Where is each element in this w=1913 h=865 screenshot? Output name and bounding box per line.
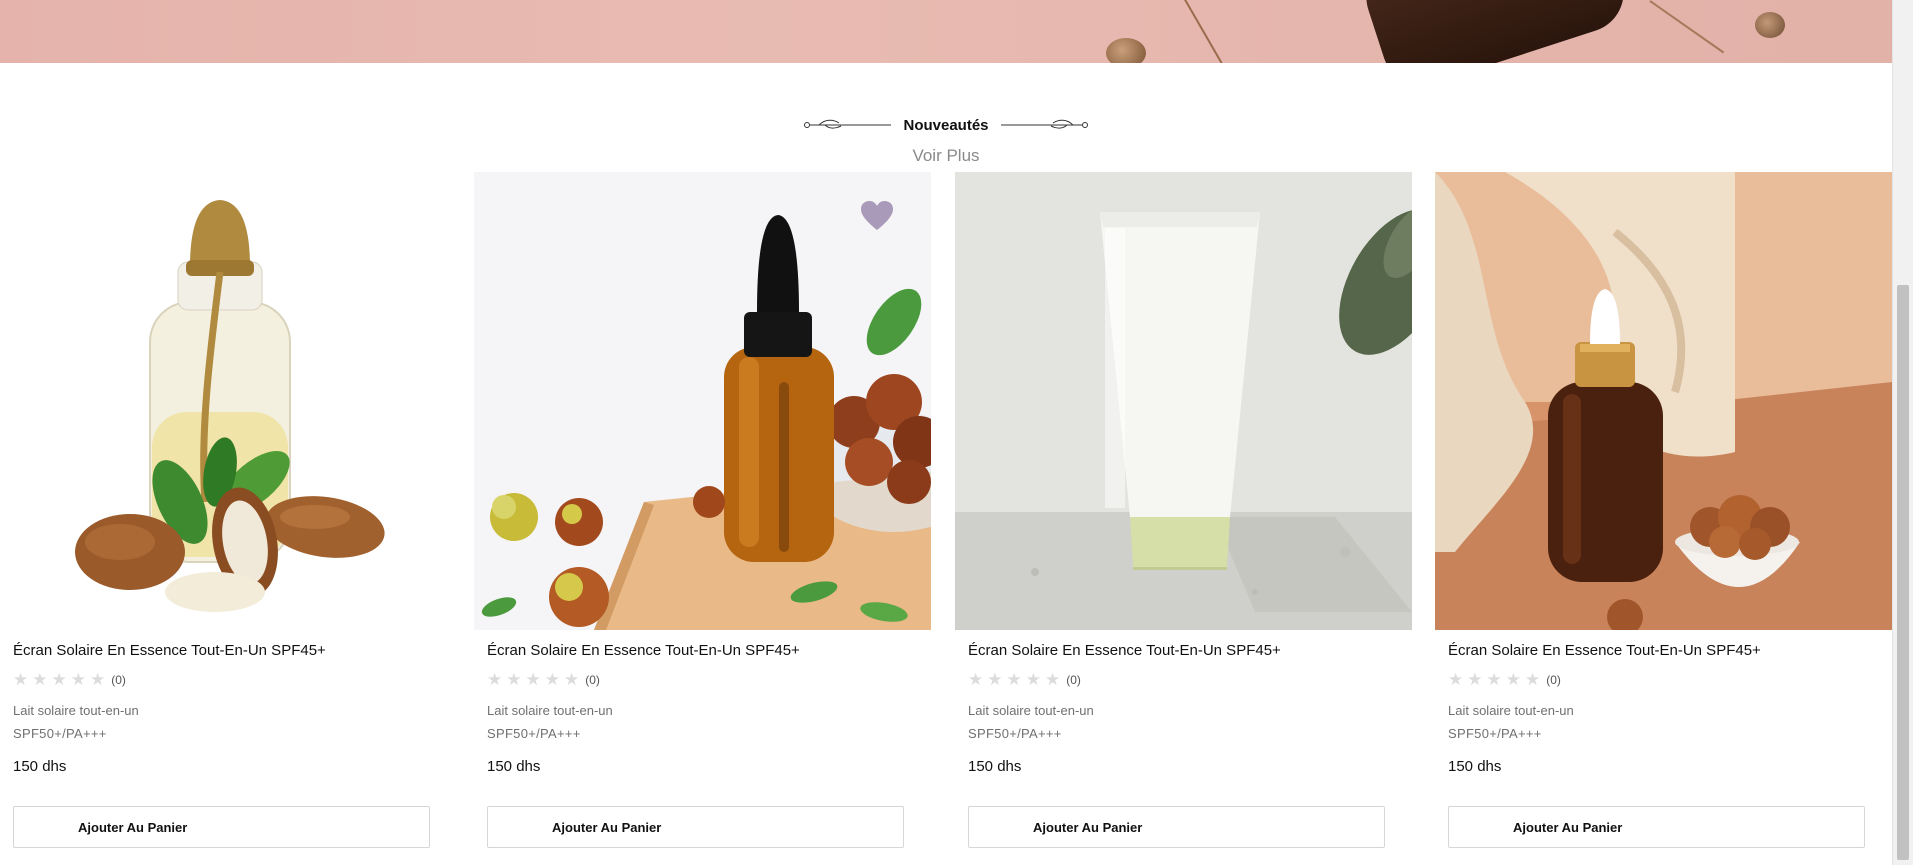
- product-rating: ★ ★ ★ ★ ★ (0): [13, 671, 433, 688]
- hero-nut-decoration: [1106, 38, 1146, 63]
- add-to-cart-button[interactable]: Ajouter Au Panier: [13, 806, 430, 848]
- scrollbar-thumb[interactable]: [1897, 285, 1909, 860]
- product-description: Lait solaire tout-en-un: [1448, 703, 1574, 718]
- flourish-right-icon: [1000, 119, 1088, 129]
- star-icon: ★: [525, 670, 541, 689]
- product-rating: ★ ★ ★ ★ ★ (0): [968, 671, 1388, 688]
- star-icon: ★: [564, 670, 580, 689]
- star-icon: ★: [51, 670, 67, 689]
- product-rating: ★ ★ ★ ★ ★ (0): [1448, 671, 1868, 688]
- page-scrollbar[interactable]: [1892, 0, 1913, 865]
- product-name[interactable]: Écran Solaire En Essence Tout-En-Un SPF4…: [13, 642, 433, 659]
- product-card[interactable]: Écran Solaire En Essence Tout-En-Un SPF4…: [1435, 172, 1892, 865]
- add-to-cart-button[interactable]: Ajouter Au Panier: [968, 806, 1385, 848]
- star-icon: ★: [1045, 670, 1061, 689]
- star-icon: ★: [544, 670, 560, 689]
- star-icon: ★: [506, 670, 522, 689]
- hero-banner: [0, 0, 1892, 63]
- star-icon: ★: [13, 670, 29, 689]
- product-spf: SPF50+/PA+++: [487, 726, 581, 741]
- rating-count: (0): [111, 672, 126, 687]
- product-card[interactable]: Écran Solaire En Essence Tout-En-Un SPF4…: [474, 172, 931, 865]
- star-icon: ★: [1448, 670, 1464, 689]
- product-name[interactable]: Écran Solaire En Essence Tout-En-Un SPF4…: [968, 642, 1388, 659]
- new-arrivals-header: Nouveautés Voir Plus: [0, 112, 1892, 166]
- section-title: Nouveautés: [903, 116, 989, 134]
- hero-stem-decoration: [1179, 0, 1226, 63]
- product-spf: SPF50+/PA+++: [968, 726, 1062, 741]
- product-card[interactable]: Écran Solaire En Essence Tout-En-Un SPF4…: [0, 172, 457, 865]
- star-icon: ★: [987, 670, 1003, 689]
- star-icon: ★: [1467, 670, 1483, 689]
- hero-nut-decoration: [1755, 12, 1785, 38]
- star-icon: ★: [487, 670, 503, 689]
- heart-icon[interactable]: [860, 200, 894, 232]
- product-description: Lait solaire tout-en-un: [487, 703, 613, 718]
- flourish-left-icon: [804, 119, 892, 129]
- star-icon: ★: [1525, 670, 1541, 689]
- product-price: 150 dhs: [1448, 758, 1502, 775]
- product-price: 150 dhs: [487, 758, 541, 775]
- product-name[interactable]: Écran Solaire En Essence Tout-En-Un SPF4…: [487, 642, 907, 659]
- product-image[interactable]: [955, 172, 1412, 630]
- rating-count: (0): [585, 672, 600, 687]
- add-to-cart-button[interactable]: Ajouter Au Panier: [487, 806, 904, 848]
- product-price: 150 dhs: [968, 758, 1022, 775]
- product-name[interactable]: Écran Solaire En Essence Tout-En-Un SPF4…: [1448, 642, 1868, 659]
- product-image[interactable]: [1435, 172, 1892, 630]
- product-description: Lait solaire tout-en-un: [968, 703, 1094, 718]
- rating-count: (0): [1066, 672, 1081, 687]
- star-icon: ★: [90, 670, 106, 689]
- product-image[interactable]: [474, 172, 931, 630]
- product-rating: ★ ★ ★ ★ ★ (0): [487, 671, 907, 688]
- hero-bottle-image: [1356, 0, 1634, 63]
- star-icon: ★: [70, 670, 86, 689]
- star-icon: ★: [1025, 670, 1041, 689]
- star-icon: ★: [968, 670, 984, 689]
- hero-stem-decoration: [1649, 0, 1725, 54]
- star-icon: ★: [1486, 670, 1502, 689]
- star-icon: ★: [32, 670, 48, 689]
- star-icon: ★: [1006, 670, 1022, 689]
- rating-count: (0): [1546, 672, 1561, 687]
- product-grid: Écran Solaire En Essence Tout-En-Un SPF4…: [0, 172, 1892, 865]
- star-icon: ★: [1505, 670, 1521, 689]
- product-card[interactable]: Écran Solaire En Essence Tout-En-Un SPF4…: [955, 172, 1412, 865]
- product-spf: SPF50+/PA+++: [13, 726, 107, 741]
- see-more-link[interactable]: Voir Plus: [0, 146, 1892, 166]
- product-price: 150 dhs: [13, 758, 67, 775]
- product-description: Lait solaire tout-en-un: [13, 703, 139, 718]
- product-spf: SPF50+/PA+++: [1448, 726, 1542, 741]
- product-image[interactable]: [0, 172, 457, 630]
- add-to-cart-button[interactable]: Ajouter Au Panier: [1448, 806, 1865, 848]
